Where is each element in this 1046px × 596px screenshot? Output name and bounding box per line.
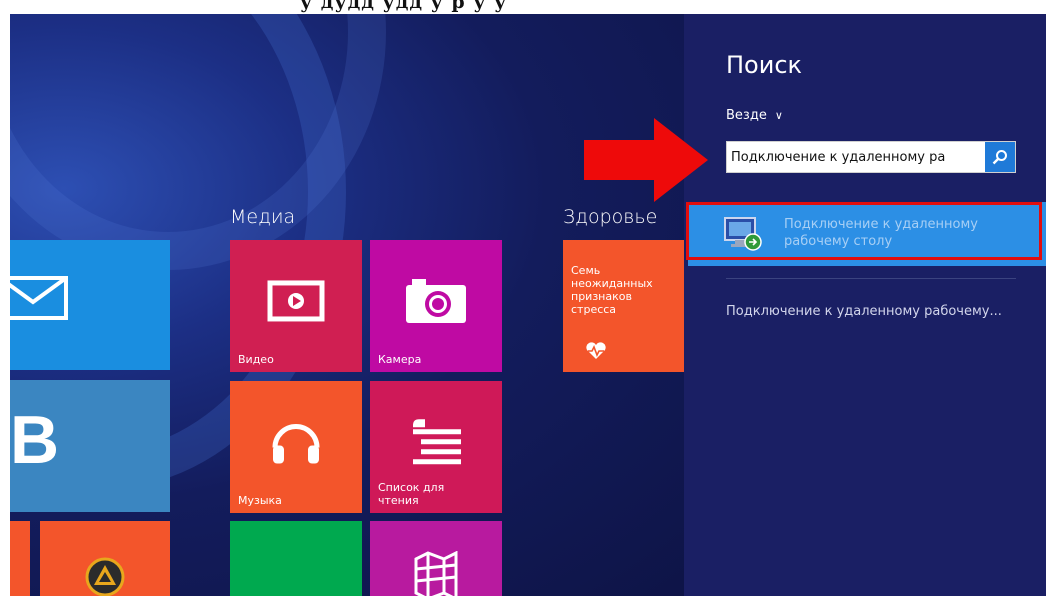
cropped-caption-strip: у дудд удд у р у у	[0, 0, 1046, 14]
tile-label-health-news: Семь неожиданных признаков стресса	[571, 264, 653, 316]
tile-label-camera: Камера	[378, 353, 422, 366]
search-result-secondary[interactable]: Подключение к удаленному рабочему...	[726, 304, 1002, 319]
camera-tile[interactable]: Камера	[370, 240, 502, 372]
tile-label-music: Музыка	[238, 494, 282, 507]
partial-tile[interactable]	[10, 521, 30, 596]
mail-tile[interactable]	[10, 240, 170, 370]
tile-label-reading-list: Список для чтения	[378, 481, 445, 507]
aimp-tile[interactable]	[40, 521, 170, 596]
search-box	[726, 141, 1016, 173]
results-divider	[726, 278, 1016, 279]
search-charm-panel: Поиск Везде ∨ Подключение к удаленному ра…	[684, 14, 1046, 596]
mail-icon	[10, 276, 68, 320]
start-screen: В Медиа Видео Камера Музыка Список для ч…	[10, 14, 684, 596]
headphones-icon	[272, 424, 320, 464]
reading-list-icon	[413, 419, 461, 465]
remote-desktop-icon	[724, 217, 762, 251]
search-icon	[992, 150, 1007, 165]
reading-list-tile[interactable]: Список для чтения	[370, 381, 502, 513]
search-scope-dropdown[interactable]: Везде ∨	[726, 108, 783, 123]
video-tile[interactable]: Видео	[230, 240, 362, 372]
camera-icon	[406, 279, 466, 323]
video-icon	[267, 280, 325, 322]
group-label-media: Медиа	[230, 206, 296, 228]
health-news-tile[interactable]: Семь неожиданных признаков стресса	[563, 240, 684, 372]
vk-icon: В	[10, 402, 60, 478]
chevron-down-icon: ∨	[774, 109, 783, 122]
search-result-label: Подключение к удаленному рабочему столу	[784, 217, 978, 249]
charm-title: Поиск	[726, 51, 803, 79]
green-tile[interactable]	[230, 521, 362, 596]
music-tile[interactable]: Музыка	[230, 381, 362, 513]
maps-tile[interactable]	[370, 521, 502, 596]
search-button[interactable]	[985, 142, 1015, 172]
search-result-remote-desktop[interactable]: Подключение к удаленному рабочему столу	[686, 202, 1046, 266]
group-label-health: Здоровье	[563, 206, 658, 228]
heart-rate-icon	[586, 342, 606, 359]
maps-icon	[414, 551, 458, 596]
search-scope-label: Везде	[726, 108, 767, 123]
red-arrow	[584, 118, 708, 202]
aimp-icon	[85, 557, 125, 596]
tile-label-video: Видео	[238, 353, 274, 366]
search-input[interactable]	[731, 142, 981, 172]
cropped-caption-text: у дудд удд у р у у	[300, 0, 508, 13]
vk-tile[interactable]: В	[10, 380, 170, 512]
